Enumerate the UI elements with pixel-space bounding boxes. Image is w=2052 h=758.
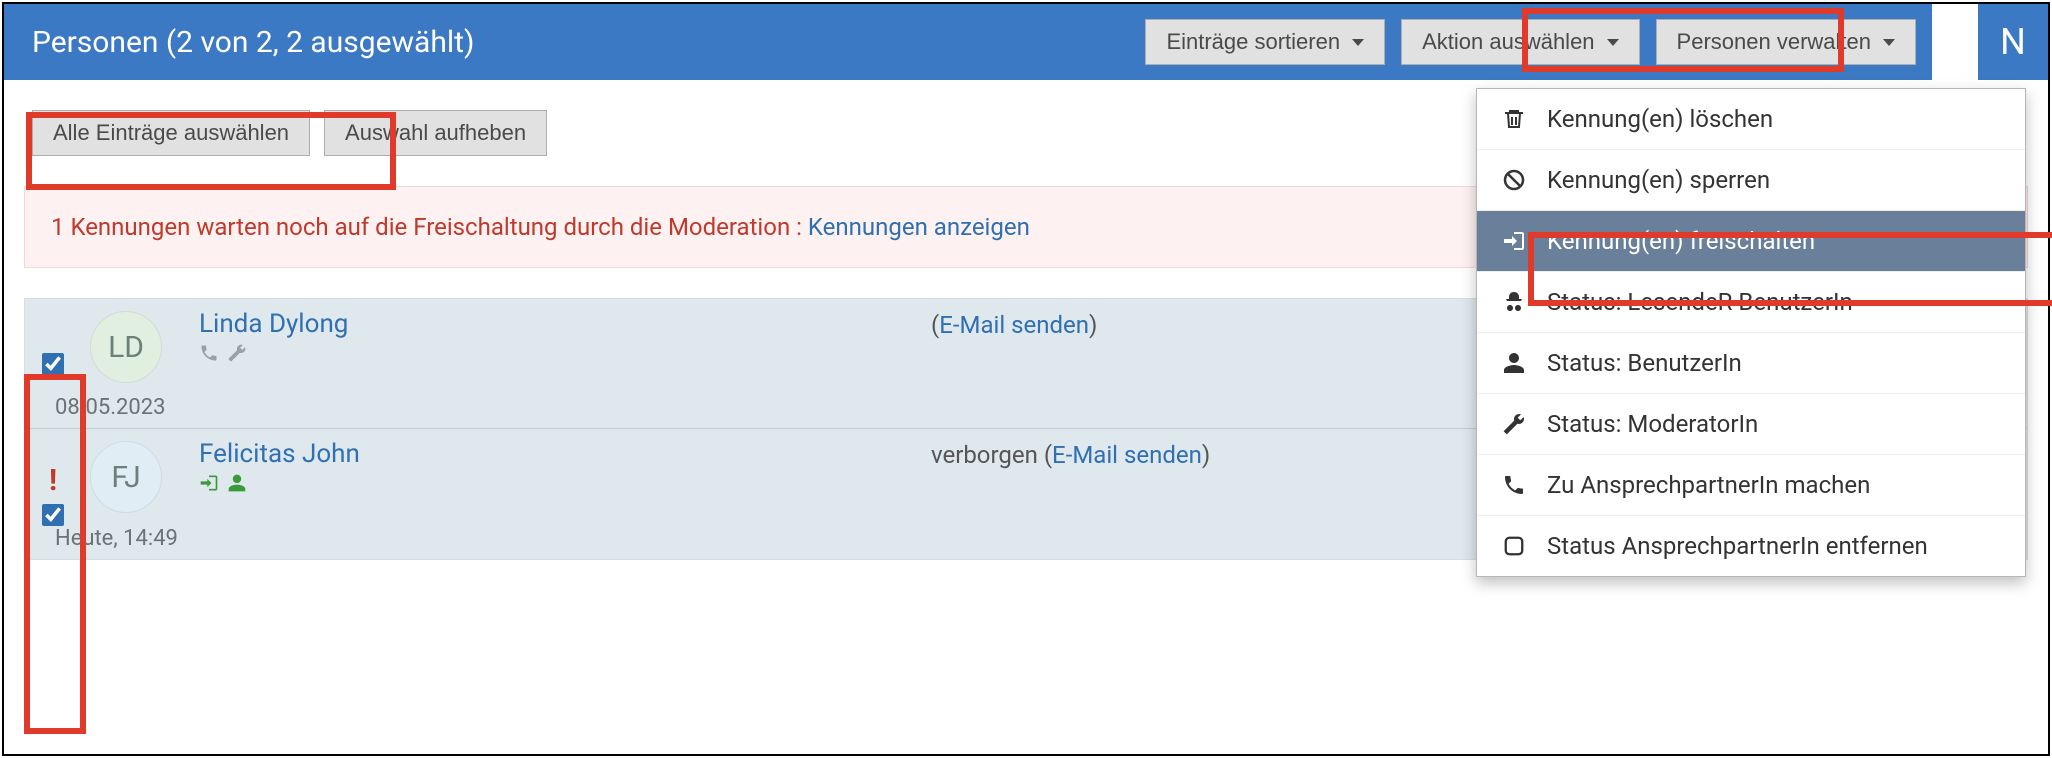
dd-label: Status: ModeratorIn <box>1547 410 1758 438</box>
dd-make-contact[interactable]: Zu AnsprechpartnerIn machen <box>1477 455 2025 516</box>
spy-icon <box>1499 290 1529 314</box>
login-icon <box>199 473 219 493</box>
header-bar: Personen (2 von 2, 2 ausgewählt) Einträg… <box>4 4 2048 80</box>
sort-entries-label: Einträge sortieren <box>1166 29 1340 55</box>
row-date: Heute, 14:49 <box>55 526 178 551</box>
email-prefix: ( <box>1044 441 1052 469</box>
select-action-label: Aktion auswählen <box>1422 29 1594 55</box>
manage-people-button[interactable]: Personen verwalten <box>1656 19 1916 65</box>
alert-icon: ! <box>49 463 57 498</box>
deselect-button[interactable]: Auswahl aufheben <box>324 110 547 156</box>
dd-status-moderator[interactable]: Status: ModeratorIn <box>1477 394 2025 455</box>
email-send-link[interactable]: E-Mail senden <box>1052 441 1202 469</box>
dd-status-reader[interactable]: Status: LesendeR BenutzerIn <box>1477 272 2025 333</box>
row-checkbox[interactable] <box>42 504 64 526</box>
row-email: (E-Mail senden) <box>931 311 1097 339</box>
chevron-down-icon <box>1607 39 1619 46</box>
dd-label: Status AnsprechpartnerIn entfernen <box>1547 532 1928 560</box>
dd-label: Kennung(en) löschen <box>1547 105 1773 133</box>
dd-label: Kennung(en) freischalten <box>1547 227 1815 255</box>
dd-label: Status: BenutzerIn <box>1547 349 1742 377</box>
user-icon <box>227 473 247 493</box>
dd-label: Kennung(en) sperren <box>1547 166 1770 194</box>
row-email: verborgen (E-Mail senden) <box>931 441 1210 469</box>
header-actions: Einträge sortieren Aktion auswählen Pers… <box>1145 19 2020 65</box>
dd-remove-contact[interactable]: Status AnsprechpartnerIn entfernen <box>1477 516 2025 576</box>
header-gap <box>1932 4 1976 80</box>
ban-icon <box>1499 168 1529 192</box>
dd-delete[interactable]: Kennung(en) löschen <box>1477 89 2025 150</box>
chevron-down-icon <box>1883 39 1895 46</box>
email-suffix: ) <box>1202 441 1210 469</box>
trash-icon <box>1499 107 1529 131</box>
wrench-icon <box>1499 412 1529 436</box>
notice-text: 1 Kennungen warten noch auf die Freischa… <box>51 213 808 241</box>
right-tab-letter: N <box>2000 21 2026 63</box>
user-icon <box>1499 351 1529 375</box>
square-icon <box>1499 535 1529 557</box>
dd-label: Status: LesendeR BenutzerIn <box>1547 288 1853 316</box>
select-all-button[interactable]: Alle Einträge auswählen <box>32 110 310 156</box>
row-date: 08.05.2023 <box>55 395 166 420</box>
row-checkbox[interactable] <box>42 353 64 375</box>
right-sidebar-tab[interactable]: N <box>1976 4 2048 80</box>
dd-label: Zu AnsprechpartnerIn machen <box>1547 471 1870 499</box>
dd-block[interactable]: Kennung(en) sperren <box>1477 150 2025 211</box>
login-icon <box>1499 229 1529 253</box>
phone-icon <box>199 343 219 363</box>
dd-status-user[interactable]: Status: BenutzerIn <box>1477 333 2025 394</box>
avatar-initials: FJ <box>90 441 162 513</box>
sort-entries-button[interactable]: Einträge sortieren <box>1145 19 1385 65</box>
manage-people-label: Personen verwalten <box>1677 29 1871 55</box>
wrench-icon <box>227 343 247 363</box>
email-prefix: ( <box>931 311 939 339</box>
select-action-button[interactable]: Aktion auswählen <box>1401 19 1639 65</box>
email-suffix: ) <box>1089 311 1097 339</box>
notice-link[interactable]: Kennungen anzeigen <box>808 213 1030 241</box>
chevron-down-icon <box>1352 39 1364 46</box>
email-send-link[interactable]: E-Mail senden <box>939 311 1089 339</box>
page-title: Personen (2 von 2, 2 ausgewählt) <box>32 25 474 60</box>
dd-unlock[interactable]: Kennung(en) freischalten <box>1477 211 2025 272</box>
manage-people-dropdown: Kennung(en) löschen Kennung(en) sperren … <box>1476 88 2026 577</box>
avatar-initials: LD <box>90 311 162 383</box>
email-hidden-label: verborgen <box>931 441 1044 469</box>
phone-icon <box>1499 473 1529 497</box>
